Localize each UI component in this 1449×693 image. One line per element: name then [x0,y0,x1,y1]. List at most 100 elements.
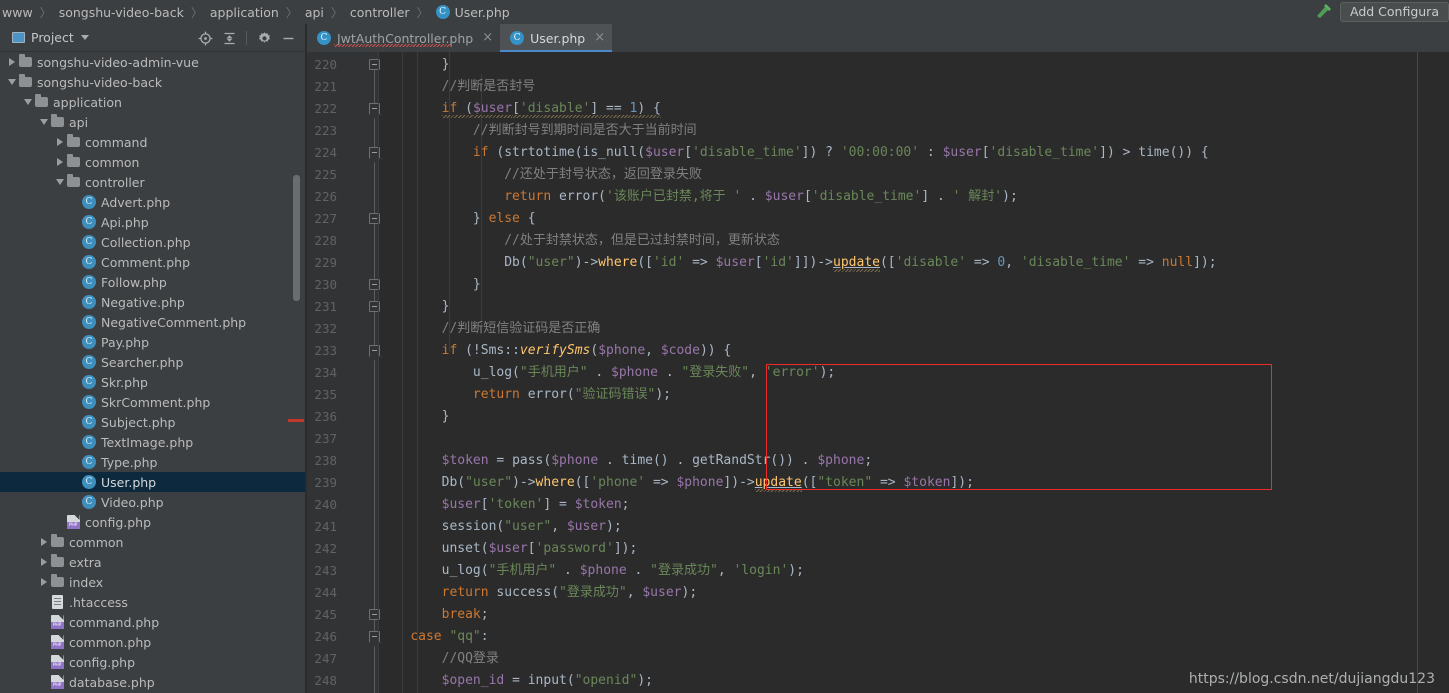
tree-scrollbar-thumb[interactable] [293,175,300,301]
code-editor[interactable]: 220 221 222 223 224 225 226 227 228 229 230 231 232 2… [307,52,1449,693]
code-line[interactable]: $token = pass($phone . time() . getRandS… [379,450,873,472]
collapse-all-icon[interactable] [218,27,240,49]
tree-file-item[interactable]: .htaccess [0,592,305,612]
close-icon[interactable]: × [482,31,493,44]
close-icon[interactable]: × [594,31,605,44]
tree-file-item[interactable]: C Subject.php [0,412,305,432]
code-line[interactable]: session("user", $user); [379,516,622,538]
code-line[interactable]: if (!Sms::verifySms($phone, $code)) { [379,340,732,362]
tree-folder-item[interactable]: common [0,152,305,172]
code-line[interactable]: return error("验证码错误"); [379,384,671,406]
tree-file-item[interactable]: C Video.php [0,492,305,512]
chevron-right-icon[interactable] [38,552,49,572]
code-content[interactable]: } //判断是否封号 if ($user['disable'] == 1) { … [379,52,1449,693]
breadcrumb-item[interactable]: www [2,0,33,24]
tree-folder-item[interactable]: common [0,532,305,552]
locate-icon[interactable] [194,27,216,49]
chevron-right-icon[interactable] [54,132,65,152]
code-line[interactable]: } else { [379,208,536,230]
code-line[interactable]: Db("user")->where(['id' => $user['id']])… [379,252,1217,274]
code-line[interactable]: u_log("手机用户" . $phone . "登录失败", 'error')… [379,362,835,384]
tree-folder-item[interactable]: command [0,132,305,152]
editor-tab-bar[interactable]: C JwtAuthController.php × C User.php × [307,24,1449,52]
code-token: [ [803,189,812,204]
tree-file-item[interactable]: C Api.php [0,212,305,232]
tree-file-item[interactable]: C Type.php [0,452,305,472]
code-line[interactable]: //处于封禁状态，但是已过封禁时间，更新状态 [379,230,780,252]
tree-file-item[interactable]: C Skr.php [0,372,305,392]
project-panel-title[interactable]: Project [0,30,89,45]
gear-icon[interactable] [253,27,275,49]
breadcrumb-item[interactable]: api [305,0,324,24]
folder-icon [49,572,65,592]
chevron-down-icon[interactable] [38,112,49,132]
code-line[interactable]: //判断短信验证码是否正确 [379,318,601,340]
editor-tab[interactable]: C JwtAuthController.php × [307,24,500,52]
tree-file-item[interactable]: C Comment.php [0,252,305,272]
tree-folder-item[interactable]: index [0,572,305,592]
tree-folder-item[interactable]: api [0,112,305,132]
tree-file-item[interactable]: config.php [0,512,305,532]
code-line[interactable]: $user['token'] = $token; [379,494,630,516]
hammer-icon[interactable] [1310,0,1336,24]
code-line[interactable]: } [379,54,450,76]
chevron-right-icon[interactable] [38,572,49,592]
tree-file-item[interactable]: C Negative.php [0,292,305,312]
code-line[interactable]: } [379,296,450,318]
php-class-icon: C [81,472,97,492]
tree-folder-item[interactable]: extra [0,552,305,572]
tree-folder-item[interactable]: songshu-video-admin-vue [0,52,305,72]
code-line[interactable]: //判断封号到期时间是否大于当前时间 [379,120,697,142]
editor-tab[interactable]: C User.php × [500,24,613,52]
code-token: ); [606,519,622,534]
tree-file-item[interactable]: database.php [0,672,305,692]
chevron-right-icon[interactable] [54,152,65,172]
code-line[interactable]: //判断是否封号 [379,76,536,98]
code-line[interactable]: //还处于封号状态，返回登录失败 [379,164,702,186]
tree-folder-item[interactable]: songshu-video-back [0,72,305,92]
tree-file-item[interactable]: config.php [0,652,305,672]
tree-file-item[interactable]: C Pay.php [0,332,305,352]
breadcrumb-item[interactable]: controller [350,0,410,24]
code-token: where [598,255,638,270]
breadcrumb-file[interactable]: C User.php [435,0,510,24]
tree-file-item[interactable]: C Searcher.php [0,352,305,372]
code-line[interactable]: } [379,274,481,296]
tree-file-item[interactable]: command.php [0,612,305,632]
code-line[interactable]: case "qq": [379,626,488,648]
code-line[interactable]: if ($user['disable'] == 1) { [379,98,661,120]
chevron-right-icon[interactable] [6,52,17,72]
editor-gutter[interactable]: 220 221 222 223 224 225 226 227 228 229 230 231 232 2… [307,52,380,693]
tree-file-item[interactable]: C TextImage.php [0,432,305,452]
chevron-down-icon[interactable] [6,72,17,92]
tree-file-item[interactable]: common.php [0,632,305,652]
chevron-down-icon[interactable] [54,172,65,192]
tree-file-item[interactable]: C Collection.php [0,232,305,252]
chevron-right-icon[interactable] [38,532,49,552]
tree-file-item[interactable]: C Follow.php [0,272,305,292]
tree-file-item[interactable]: C SkrComment.php [0,392,305,412]
tree-item-label: TextImage.php [101,434,194,450]
code-line[interactable]: Db("user")->where(['phone' => $phone])->… [379,472,974,494]
tree-file-item[interactable]: C Advert.php [0,192,305,212]
code-line[interactable]: } [379,406,450,428]
tree-folder-item[interactable]: application [0,92,305,112]
code-line[interactable]: u_log("手机用户" . $phone . "登录成功", 'login')… [379,560,804,582]
chevron-down-icon[interactable] [80,35,89,40]
project-file-tree[interactable]: songshu-video-admin-vue songshu-video-bac… [0,52,305,693]
code-line[interactable]: break; [379,604,489,626]
code-line[interactable]: if (strtotime(is_null($user['disable_tim… [379,142,1209,164]
tree-folder-item[interactable]: controller [0,172,305,192]
code-line[interactable]: $open_id = input("openid"); [379,670,653,692]
breadcrumb-item[interactable]: songshu-video-back [59,0,184,24]
add-configuration-button[interactable]: Add Configura [1339,2,1449,22]
tree-file-item[interactable]: C User.php [0,472,305,492]
minimize-icon[interactable] [277,27,299,49]
code-line[interactable]: unset($user['password']); [379,538,638,560]
chevron-down-icon[interactable] [22,92,33,112]
tree-file-item[interactable]: C NegativeComment.php [0,312,305,332]
breadcrumb-item[interactable]: application [210,0,279,24]
code-line[interactable]: //QQ登录 [379,648,499,670]
code-line[interactable]: return error('该账户已封禁,将于 ' . $user['disab… [379,186,1018,208]
code-line[interactable]: return success("登录成功", $user); [379,582,698,604]
